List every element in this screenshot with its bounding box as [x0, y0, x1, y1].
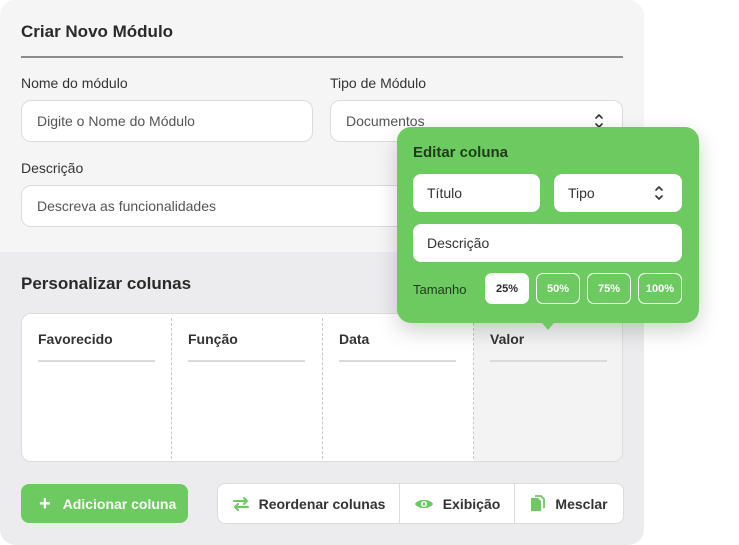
size-option-75[interactable]: 75%: [587, 273, 631, 304]
reorder-columns-button[interactable]: Reordenar colunas: [218, 484, 399, 523]
popover-pointer: [538, 318, 558, 330]
column-label: Função: [188, 331, 238, 347]
column-valor[interactable]: Valor: [474, 314, 622, 461]
column-label: Data: [339, 331, 370, 347]
copy-document-icon: [531, 494, 546, 511]
merge-label: Mesclar: [555, 495, 608, 512]
size-option-100[interactable]: 100%: [638, 273, 682, 304]
plus-icon: +: [39, 492, 51, 515]
column-label: Valor: [490, 331, 525, 347]
column-placeholder-line: [490, 360, 607, 362]
column-title-text: Título: [427, 185, 463, 201]
column-type-select[interactable]: Tipo: [554, 174, 682, 212]
module-type-label: Tipo de Módulo: [330, 75, 426, 91]
size-option-25[interactable]: 25%: [485, 273, 529, 304]
merge-button[interactable]: Mesclar: [514, 484, 623, 523]
display-label: Exibição: [442, 495, 501, 512]
column-title-input[interactable]: Título: [413, 174, 540, 212]
size-label: Tamanho: [413, 282, 467, 297]
column-favorecido[interactable]: Favorecido: [22, 314, 172, 461]
edit-column-popover: Editar coluna Título Tipo Descrição Tama…: [397, 127, 699, 323]
column-funcao[interactable]: Função: [172, 314, 322, 461]
column-actions-toolbar: Reordenar colunas Exibição Mesclar: [217, 483, 624, 524]
description-placeholder: Descreva as funcionalidades: [37, 198, 216, 214]
description-label: Descrição: [21, 160, 84, 176]
edit-column-title: Editar coluna: [413, 144, 509, 161]
add-column-button[interactable]: + Adicionar coluna: [21, 484, 188, 523]
page-title: Criar Novo Módulo: [21, 22, 174, 41]
column-type-text: Tipo: [568, 185, 595, 201]
module-name-placeholder: Digite o Nome do Módulo: [37, 113, 195, 129]
size-option-50[interactable]: 50%: [536, 273, 580, 304]
column-description-input[interactable]: Descrição: [413, 224, 682, 262]
display-button[interactable]: Exibição: [399, 484, 514, 523]
title-divider: [21, 56, 623, 58]
columns-preview: Favorecido Função Data Valor: [21, 313, 623, 462]
column-data[interactable]: Data: [323, 314, 473, 461]
column-placeholder-line: [339, 360, 456, 362]
column-description-text: Descrição: [427, 235, 490, 251]
customize-columns-title: Personalizar colunas: [21, 274, 192, 293]
swap-arrows-icon: [232, 496, 249, 511]
column-label: Favorecido: [38, 331, 113, 347]
column-placeholder-line: [38, 360, 155, 362]
eye-icon: [414, 499, 433, 508]
column-placeholder-line: [188, 360, 305, 362]
reorder-columns-label: Reordenar colunas: [258, 495, 386, 512]
module-name-label: Nome do módulo: [21, 75, 128, 91]
module-name-input[interactable]: Digite o Nome do Módulo: [21, 100, 313, 142]
add-column-label: Adicionar coluna: [62, 495, 177, 512]
chevron-up-down-icon: [655, 186, 663, 200]
